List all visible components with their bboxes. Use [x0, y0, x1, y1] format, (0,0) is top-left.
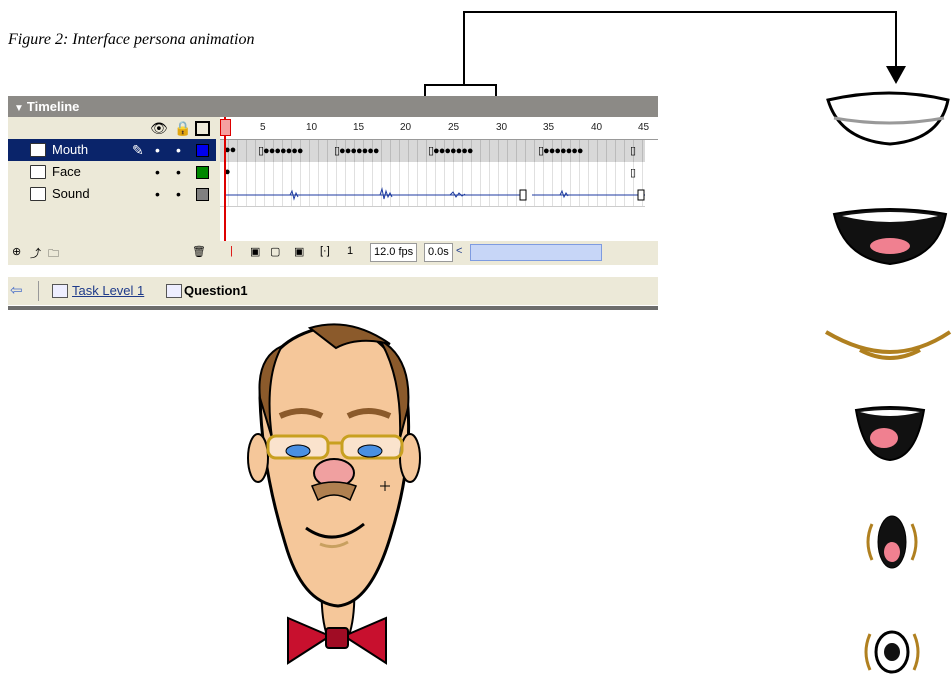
layer-icon [30, 187, 46, 201]
keyframe[interactable]: ▯ [630, 144, 636, 157]
back-arrow-icon[interactable]: ⇦ [10, 277, 23, 305]
keyframe[interactable]: ▯ [630, 166, 636, 179]
frames-sound[interactable] [220, 184, 645, 207]
frame-ruler[interactable]: 1 5 10 15 20 25 30 35 40 45 [220, 117, 658, 140]
frame-grid[interactable]: 1 5 10 15 20 25 30 35 40 45 ●● ▯●●●●●●● … [220, 117, 658, 247]
outline-color-swatch[interactable] [196, 166, 209, 179]
mouth-shape-5 [866, 515, 918, 569]
timeline-body: 👁 🔒 Mouth ✎ • • Face • • Sound • • 5 10 … [8, 117, 658, 247]
layer-name: Sound [52, 186, 90, 201]
visible-dot[interactable]: • [155, 183, 160, 205]
scene-icon [52, 284, 68, 298]
edit-multiple-icon[interactable]: ▣ [294, 245, 304, 258]
pencil-icon: ✎ [132, 142, 144, 158]
onion-skin-icon[interactable]: ▣ [250, 245, 260, 258]
mouth-shape-1 [826, 91, 950, 146]
modify-markers-icon[interactable]: [·] [320, 245, 330, 257]
horizontal-scrollbar[interactable] [470, 244, 602, 261]
layer-toolbar: 👁 🔒 [8, 117, 216, 139]
lock-dot[interactable]: • [176, 161, 181, 183]
ruler-tick: 40 [591, 122, 603, 133]
ruler-tick: 25 [448, 122, 460, 133]
frames-mouth[interactable]: ●● ▯●●●●●●● ▯●●●●●●● ▯●●●●●●● ▯●●●●●●● ▯ [220, 140, 645, 163]
lock-dot[interactable]: • [176, 183, 181, 205]
layer-face[interactable]: Face • • [8, 161, 216, 183]
current-frame: 1 [347, 245, 354, 257]
keyframe[interactable]: ▯●●●●●●● [334, 144, 380, 157]
breadcrumb-question: Question1 [184, 283, 248, 298]
frame-rate[interactable]: 12.0 fps [370, 243, 418, 262]
add-folder-icon[interactable]: 🗀 [48, 245, 59, 264]
mouth-shape-4 [854, 406, 926, 462]
outline-color-swatch[interactable] [196, 144, 209, 157]
visible-dot[interactable]: • [155, 161, 160, 183]
timeline-header[interactable]: ▼ Timeline [8, 96, 658, 117]
symbol-icon [166, 284, 182, 298]
ruler-tick: 20 [400, 122, 412, 133]
ruler-tick: 15 [353, 122, 365, 133]
add-layer-icon[interactable]: ⊕ [12, 245, 21, 258]
onion-outline-icon[interactable]: ▢ [270, 245, 280, 258]
timeline-title: Timeline [26, 99, 80, 114]
ruler-tick: 10 [306, 122, 318, 133]
trash-icon[interactable]: 🗑 [192, 245, 206, 258]
collapse-arrow-icon[interactable]: ▼ [14, 98, 24, 119]
eye-icon[interactable]: 👁 [150, 120, 168, 137]
layer-list: 👁 🔒 Mouth ✎ • • Face • • Sound • • [8, 117, 216, 247]
lock-icon[interactable]: 🔒 [174, 120, 191, 137]
outline-color-swatch[interactable] [196, 188, 209, 201]
lock-dot[interactable]: • [176, 139, 181, 161]
edit-bar: ⇦ Task Level 1 Question1 [8, 277, 658, 305]
layer-name: Mouth [52, 142, 89, 157]
layer-name: Face [52, 164, 81, 179]
layer-icon [30, 143, 46, 157]
add-guide-icon[interactable]: ⤴ [30, 245, 41, 261]
persona-character [247, 323, 421, 665]
layer-sound[interactable]: Sound • • [8, 183, 216, 205]
playhead-handle[interactable] [220, 119, 231, 136]
sound-waveform [224, 187, 645, 201]
outline-icon[interactable] [195, 121, 210, 136]
layer-mouth[interactable]: Mouth ✎ • • [8, 139, 216, 161]
timeline-panel: ▼ Timeline 👁 🔒 Mouth ✎ • • Face • • Soun… [8, 96, 658, 312]
timeline-toolbar: ⊕ ⤴ 🗀 🗑 | ▣ ▢ ▣ [·] 1 12.0 fps 0.0s < [8, 241, 658, 265]
keyframe[interactable]: ▯●●●●●●● [538, 144, 584, 157]
keyframe[interactable]: ▯●●●●●●● [258, 144, 304, 157]
keyframe[interactable]: ▯●●●●●●● [428, 144, 474, 157]
ruler-tick: 5 [260, 122, 266, 133]
playhead[interactable] [224, 117, 226, 247]
center-frame-icon[interactable]: | [230, 245, 233, 257]
mouth-shape-6 [864, 630, 920, 674]
ruler-tick: 35 [543, 122, 555, 133]
mouth-shapes [824, 91, 952, 674]
ruler-tick: 45 [638, 122, 650, 133]
breadcrumb-task[interactable]: Task Level 1 [72, 277, 144, 305]
elapsed-time: 0.0s [424, 243, 453, 262]
frames-face[interactable]: ● ▯ [220, 162, 645, 185]
separator [38, 281, 39, 301]
mouth-shape-2 [832, 208, 948, 266]
ruler-tick: 30 [496, 122, 508, 133]
layer-icon [30, 165, 46, 179]
scroll-left-icon[interactable]: < [456, 245, 462, 257]
stage-border [8, 306, 658, 310]
visible-dot[interactable]: • [155, 139, 160, 161]
mouth-shape-3 [824, 330, 952, 360]
